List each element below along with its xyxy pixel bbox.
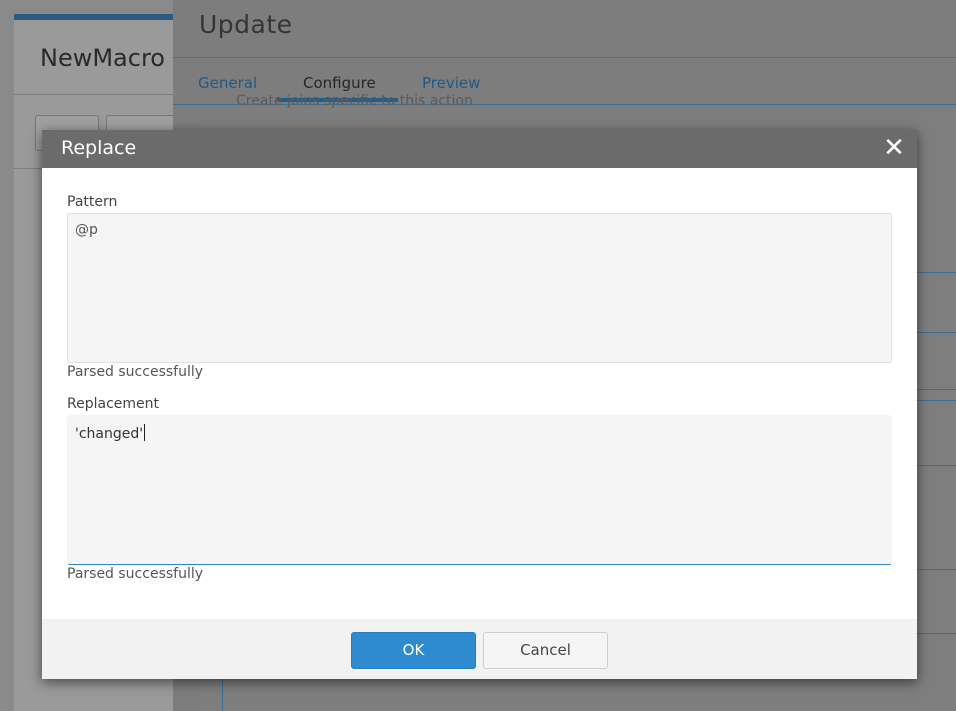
tab-preview[interactable]: Preview [422,74,480,92]
update-panel-header: Update [173,0,956,58]
macro-panel-title: NewMacro [40,44,165,72]
pattern-value: @p [75,222,98,238]
close-icon[interactable]: ✕ [883,133,905,163]
pattern-input[interactable]: @p [67,213,892,363]
text-caret [144,424,146,441]
macro-panel-divider [14,94,194,95]
replacement-label: Replacement [67,396,159,412]
replacement-input[interactable]: 'changed' [67,415,892,565]
cancel-button[interactable]: Cancel [483,632,608,669]
update-panel-title: Update [199,10,293,39]
tab-general[interactable]: General [198,74,257,92]
pattern-status: Parsed successfully [67,364,204,380]
dialog-footer: OK Cancel [42,619,917,679]
ok-button[interactable]: OK [351,632,476,669]
dialog-header: Replace ✕ [42,130,917,168]
replace-dialog: Replace ✕ Pattern @p Parsed successfully… [42,130,917,679]
replacement-value: 'changed' [75,426,144,442]
replacement-status: Parsed successfully [67,566,204,582]
macro-panel-accent-bar [14,14,194,20]
dialog-title: Replace [61,137,137,159]
configure-hint: Create joins specific to this action [236,93,473,109]
pattern-label: Pattern [67,194,118,210]
tab-configure[interactable]: Configure [303,74,376,92]
